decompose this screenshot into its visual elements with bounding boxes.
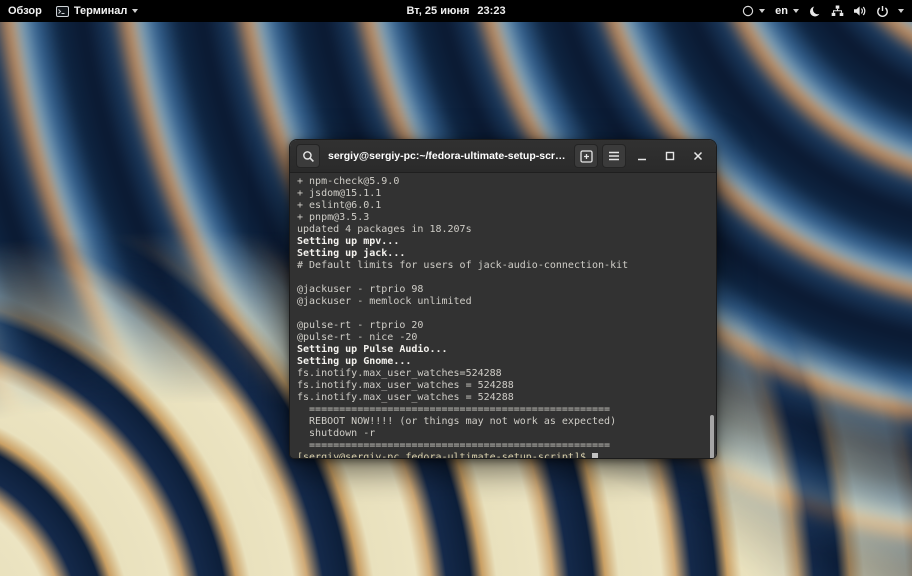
- terminal-line: fs.inotify.max_user_watches = 524288: [297, 392, 716, 404]
- terminal-line: fs.inotify.max_user_watches=524288: [297, 368, 716, 380]
- close-button[interactable]: [686, 144, 710, 168]
- terminal-line: Setting up jack...: [297, 248, 716, 260]
- terminal-line: ========================================…: [297, 404, 716, 416]
- terminal-line: [297, 272, 716, 284]
- terminal-line: Setting up Pulse Audio...: [297, 344, 716, 356]
- terminal-line: updated 4 packages in 18.207s: [297, 224, 716, 236]
- clock-date: Вт, 25 июня: [406, 5, 469, 17]
- terminal-line: @jackuser - memlock unlimited: [297, 296, 716, 308]
- keyboard-layout-menu[interactable]: en: [775, 0, 799, 22]
- top-bar: Обзор Терминал Вт, 25 июня 23:23: [0, 0, 912, 22]
- terminal-line: @pulse-rt - nice -20: [297, 332, 716, 344]
- terminal-line: ========================================…: [297, 440, 716, 452]
- search-button[interactable]: [296, 144, 320, 168]
- terminal-line: + eslint@6.0.1: [297, 200, 716, 212]
- minimize-icon: [636, 150, 648, 162]
- chevron-down-icon: [759, 9, 765, 13]
- power-icon: [876, 5, 889, 18]
- terminal-app-icon: [56, 6, 69, 17]
- terminal-line: # Default limits for users of jack-audio…: [297, 260, 716, 272]
- clock-time: 23:23: [477, 5, 505, 17]
- indicator-menu[interactable]: [742, 0, 765, 22]
- app-menu-terminal[interactable]: Терминал: [56, 0, 139, 22]
- circle-indicator-icon: [742, 5, 754, 17]
- chevron-down-icon: [132, 9, 138, 13]
- chevron-down-icon: [898, 9, 904, 13]
- terminal-line: @jackuser - rtprio 98: [297, 284, 716, 296]
- new-tab-button[interactable]: [574, 144, 598, 168]
- window-title: sergiy@sergiy-pc:~/fedora-ultimate-setup…: [324, 150, 570, 162]
- menu-button[interactable]: [602, 144, 626, 168]
- minimize-button[interactable]: [630, 144, 654, 168]
- maximize-button[interactable]: [658, 144, 682, 168]
- app-menu-label: Терминал: [74, 5, 128, 17]
- keyboard-layout-label: en: [775, 5, 788, 17]
- terminal-line: + jsdom@15.1.1: [297, 188, 716, 200]
- terminal-line: Setting up mpv...: [297, 236, 716, 248]
- terminal-line: [297, 308, 716, 320]
- close-icon: [692, 150, 704, 162]
- terminal-line: Setting up Gnome...: [297, 356, 716, 368]
- shell-prompt: [sergiy@sergiy-pc fedora-ultimate-setup-…: [297, 452, 586, 459]
- system-menu[interactable]: [809, 0, 904, 22]
- activities-button[interactable]: Обзор: [8, 0, 42, 22]
- terminal-window: sergiy@sergiy-pc:~/fedora-ultimate-setup…: [289, 139, 717, 459]
- activities-label: Обзор: [8, 5, 42, 17]
- terminal-line: REBOOT NOW!!!! (or things may not work a…: [297, 416, 716, 428]
- maximize-icon: [664, 150, 676, 162]
- hamburger-menu-icon: [608, 151, 620, 161]
- terminal-line: + npm-check@5.9.0: [297, 176, 716, 188]
- search-icon: [302, 150, 315, 163]
- chevron-down-icon: [793, 9, 799, 13]
- terminal-line: shutdown -r: [297, 428, 716, 440]
- terminal-titlebar[interactable]: sergiy@sergiy-pc:~/fedora-ultimate-setup…: [290, 140, 716, 173]
- terminal-line: + pnpm@3.5.3: [297, 212, 716, 224]
- terminal-line: @pulse-rt - rtprio 20: [297, 320, 716, 332]
- terminal-viewport[interactable]: + npm-check@5.9.0+ jsdom@15.1.1+ eslint@…: [290, 173, 716, 459]
- terminal-line: fs.inotify.max_user_watches = 524288: [297, 380, 716, 392]
- scrollbar-thumb[interactable]: [710, 415, 714, 459]
- network-icon: [831, 5, 844, 17]
- new-tab-icon: [580, 150, 593, 163]
- clock-button[interactable]: Вт, 25 июня 23:23: [406, 5, 505, 17]
- terminal-output: + npm-check@5.9.0+ jsdom@15.1.1+ eslint@…: [297, 176, 716, 452]
- volume-icon: [853, 5, 867, 17]
- night-light-moon-icon: [809, 5, 822, 18]
- shell-prompt-line: [sergiy@sergiy-pc fedora-ultimate-setup-…: [297, 452, 716, 459]
- text-cursor: [592, 453, 598, 460]
